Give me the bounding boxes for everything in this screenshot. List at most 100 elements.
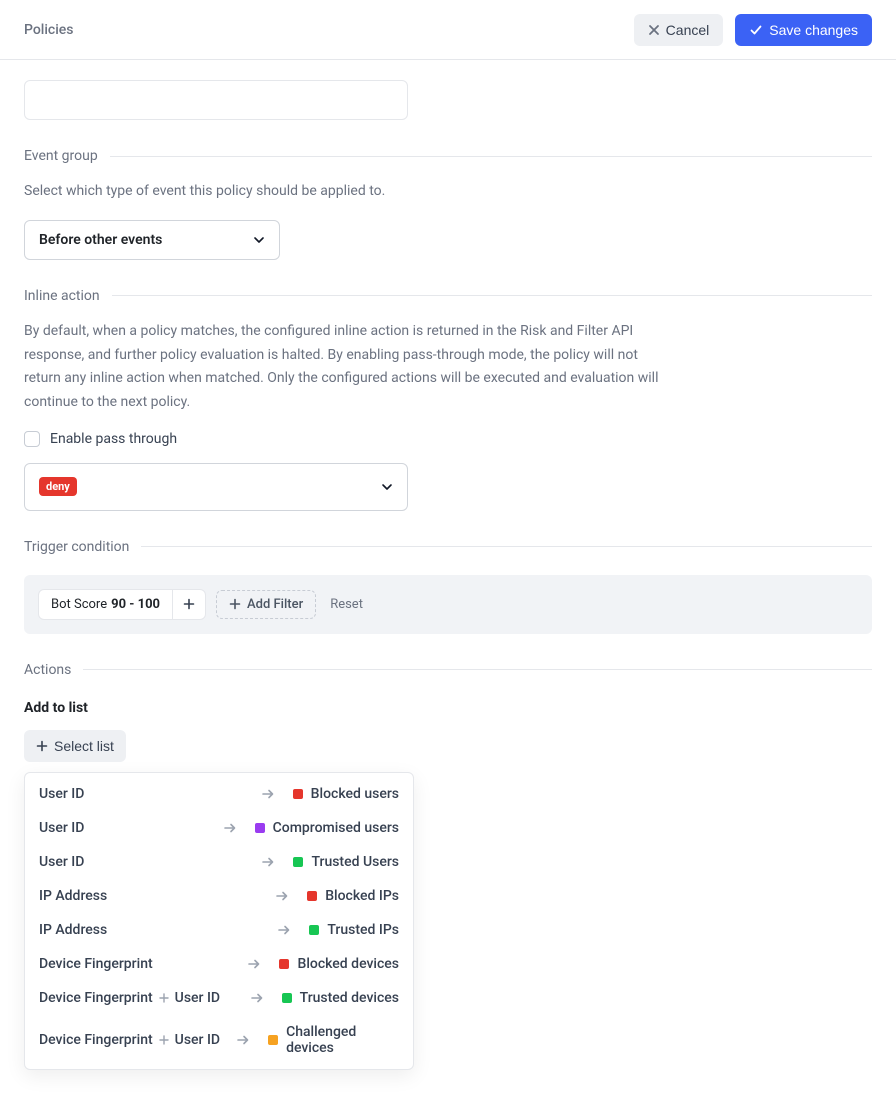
event-group-selected: Before other events xyxy=(39,232,162,248)
select-list-button[interactable]: Select list xyxy=(24,730,126,762)
list-item[interactable]: User ID Blocked users xyxy=(25,777,413,811)
list-item-keys: User ID xyxy=(39,820,84,836)
arrow-right-icon xyxy=(236,1033,250,1047)
list-item-keys: User ID xyxy=(39,854,84,870)
page-header: Policies Cancel Save changes xyxy=(0,0,896,60)
plus-icon xyxy=(159,1035,169,1045)
arrow-right-icon xyxy=(261,855,275,869)
list-item-key: Device Fingerprint xyxy=(39,956,153,972)
pass-through-label: Enable pass through xyxy=(50,431,177,447)
plus-icon xyxy=(36,740,48,752)
inline-action-heading: Inline action xyxy=(24,288,100,304)
chevron-down-icon xyxy=(253,234,265,246)
actions-heading: Actions xyxy=(24,662,71,678)
divider xyxy=(141,546,872,547)
trigger-chip-value: 90 - 100 xyxy=(111,597,160,612)
content: Event group Select which type of event t… xyxy=(0,80,896,1110)
plus-icon xyxy=(183,598,195,610)
list-item-keys: User ID xyxy=(39,786,84,802)
event-group-heading: Event group xyxy=(24,148,98,164)
header-actions: Cancel Save changes xyxy=(634,14,872,46)
list-item-key: User ID xyxy=(39,786,84,802)
divider xyxy=(83,669,872,670)
list-item-target: Trusted IPs xyxy=(327,922,399,938)
add-filter-button[interactable]: Add Filter xyxy=(216,590,316,619)
list-item[interactable]: Device FingerprintUser ID Trusted devices xyxy=(25,981,413,1015)
add-filter-label: Add Filter xyxy=(247,597,303,612)
check-icon xyxy=(749,23,763,37)
arrow-right-icon xyxy=(247,957,261,971)
list-item[interactable]: User ID Trusted Users xyxy=(25,845,413,879)
plus-icon xyxy=(159,993,169,1003)
color-dot xyxy=(307,891,317,901)
divider xyxy=(112,295,872,296)
list-item-key: IP Address xyxy=(39,888,107,904)
trigger-heading-row: Trigger condition xyxy=(24,539,872,555)
cancel-label: Cancel xyxy=(666,22,710,38)
inline-action-heading-row: Inline action xyxy=(24,288,872,304)
list-item[interactable]: Device Fingerprint Blocked devices xyxy=(25,947,413,981)
list-item-target: Blocked devices xyxy=(297,956,399,972)
reset-button[interactable]: Reset xyxy=(330,597,363,612)
arrow-right-icon xyxy=(277,923,291,937)
arrow-right-icon xyxy=(223,821,237,835)
page-title: Policies xyxy=(24,22,74,38)
trigger-heading: Trigger condition xyxy=(24,539,129,555)
list-item-key: IP Address xyxy=(39,922,107,938)
list-item-keys: IP Address xyxy=(39,922,107,938)
color-dot xyxy=(255,823,265,833)
list-item-key: User ID xyxy=(39,820,84,836)
list-item-target: Challenged devices xyxy=(286,1024,399,1056)
save-button[interactable]: Save changes xyxy=(735,14,872,46)
prior-select-outline[interactable] xyxy=(24,80,408,120)
list-item[interactable]: IP Address Trusted IPs xyxy=(25,913,413,947)
pass-through-checkbox[interactable] xyxy=(24,431,40,447)
list-item-keys: Device FingerprintUser ID xyxy=(39,990,220,1006)
trigger-chip-group: Bot Score 90 - 100 xyxy=(38,589,206,620)
list-item-target: Trusted Users xyxy=(311,854,399,870)
action-badge-deny: deny xyxy=(39,477,77,496)
color-dot xyxy=(293,857,303,867)
add-to-list-label: Add to list xyxy=(24,700,872,716)
actions-heading-row: Actions xyxy=(24,662,872,678)
list-item-key: Device Fingerprint xyxy=(39,1032,153,1048)
list-item-target: Trusted devices xyxy=(300,990,399,1006)
list-item-target: Blocked users xyxy=(311,786,399,802)
trigger-chip-add-button[interactable] xyxy=(172,590,205,619)
trigger-chip-bot-score[interactable]: Bot Score 90 - 100 xyxy=(39,590,172,619)
save-label: Save changes xyxy=(769,22,858,38)
event-group-description: Select which type of event this policy s… xyxy=(24,180,664,204)
select-list-dropdown: User ID Blocked users User ID Compromised u… xyxy=(24,772,414,1070)
event-group-select[interactable]: Before other events xyxy=(24,220,280,260)
event-group-heading-row: Event group xyxy=(24,148,872,164)
trigger-bar: Bot Score 90 - 100 Add Filter Reset xyxy=(24,575,872,634)
list-item-key: User ID xyxy=(39,854,84,870)
list-item-keys: IP Address xyxy=(39,888,107,904)
color-dot xyxy=(279,959,289,969)
color-dot xyxy=(268,1035,278,1045)
arrow-right-icon xyxy=(275,889,289,903)
list-item[interactable]: Device Fingerprint User ID Challenged devi… xyxy=(25,1015,413,1065)
list-item-target: Blocked IPs xyxy=(325,888,399,904)
chevron-down-icon xyxy=(381,481,393,493)
arrow-right-icon xyxy=(250,991,264,1005)
list-item[interactable]: IP Address Blocked IPs xyxy=(25,879,413,913)
plus-icon xyxy=(229,598,241,610)
color-dot xyxy=(282,993,292,1003)
trigger-chip-prefix: Bot Score xyxy=(51,597,107,612)
color-dot xyxy=(309,925,319,935)
cancel-button[interactable]: Cancel xyxy=(634,14,724,46)
divider xyxy=(110,156,872,157)
list-item-keys: Device Fingerprint xyxy=(39,956,153,972)
pass-through-row: Enable pass through xyxy=(24,431,872,447)
inline-action-description: By default, when a policy matches, the c… xyxy=(24,320,664,415)
list-item-target: Compromised users xyxy=(273,820,399,836)
close-icon xyxy=(648,24,660,36)
list-item-key: Device Fingerprint xyxy=(39,990,153,1006)
list-item[interactable]: User ID Compromised users xyxy=(25,811,413,845)
color-dot xyxy=(293,789,303,799)
list-item-key: User ID xyxy=(175,1032,220,1048)
inline-action-select[interactable]: deny xyxy=(24,463,408,511)
select-list-label: Select list xyxy=(54,738,114,754)
arrow-right-icon xyxy=(261,787,275,801)
